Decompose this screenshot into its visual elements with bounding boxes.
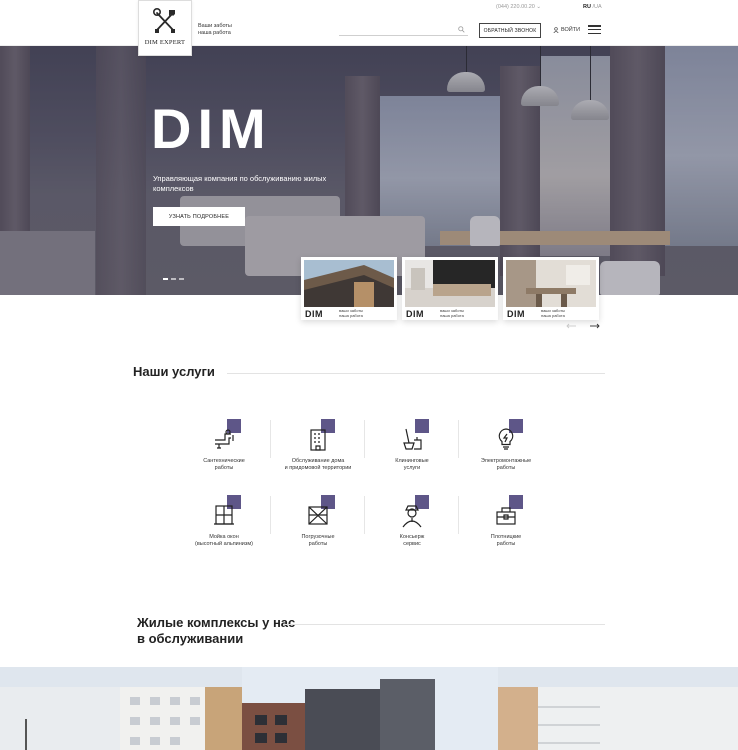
- hero-subtitle: Управляющая компания по обслуживанию жил…: [153, 174, 327, 193]
- slider-dots: [163, 278, 184, 280]
- slider-dot[interactable]: [171, 278, 176, 280]
- card-brand: DIM: [406, 309, 424, 319]
- chevron-down-icon: ⌄: [536, 4, 541, 10]
- card-tag-line: наша работа: [339, 313, 363, 318]
- service-label-line: Плотницкие: [490, 534, 522, 540]
- buildings-image: [0, 667, 738, 750]
- service-label-line: Обслуживание дома: [291, 458, 345, 464]
- project-card[interactable]: DIM ваши заботы наша работа: [503, 257, 599, 320]
- service-label: Плотницкие работы: [459, 534, 553, 548]
- card-tagline: ваши заботы наша работа: [541, 308, 565, 318]
- service-label-line: работы: [214, 465, 234, 471]
- hero-title: DIM: [151, 97, 272, 160]
- service-label: Сантехнические работы: [177, 458, 271, 472]
- service-label-line: Клининговые: [395, 458, 429, 464]
- service-item-building[interactable]: Обслуживание дома и придомовой территори…: [271, 419, 365, 479]
- service-item-electrical[interactable]: Электромонтажные работы: [459, 419, 553, 479]
- service-label: Электромонтажные работы: [459, 458, 553, 472]
- service-label-line: Мойка окон: [209, 534, 239, 540]
- service-label-line: Сантехнические: [203, 458, 245, 464]
- section-divider: [283, 624, 605, 625]
- service-label: Консьерж сервис: [365, 534, 459, 548]
- site-header: DIM EXPERT Ваши заботы наша работа (044)…: [0, 0, 738, 56]
- login-label: ВОЙТИ: [561, 27, 581, 33]
- complexes-title-line: Жилые комплексы у нас: [137, 615, 296, 630]
- slider-dot[interactable]: [179, 278, 184, 280]
- login-link[interactable]: ВОЙТИ: [553, 27, 580, 33]
- services-title: Наши услуги: [133, 364, 215, 379]
- callback-button[interactable]: ОБРАТНЫЙ ЗВОНОК: [479, 23, 541, 38]
- search-input[interactable]: [339, 25, 468, 36]
- logo-text: DIM EXPERT: [144, 39, 186, 46]
- card-brand: DIM: [305, 309, 323, 319]
- service-label-line: работы: [308, 541, 328, 547]
- service-item-cleaning[interactable]: Клининговые услуги: [365, 419, 459, 479]
- header-tagline: Ваши заботы наша работа: [198, 23, 232, 37]
- card-brand: DIM: [507, 309, 525, 319]
- project-card[interactable]: DIM ваши заботы наша работа: [301, 257, 397, 320]
- plumbing-icon: [215, 429, 234, 449]
- service-label: Погрузочные работы: [271, 534, 365, 548]
- lang-option-active[interactable]: RU: [583, 4, 591, 10]
- service-label: Мойка окон (высотный альпинизм): [177, 534, 271, 548]
- section-divider: [227, 373, 605, 374]
- arrow-right-icon[interactable]: [590, 323, 600, 329]
- project-image: [304, 260, 394, 307]
- logo[interactable]: DIM EXPERT: [138, 0, 192, 56]
- phone-selector[interactable]: (044) 220.00.20 ⌄: [496, 4, 541, 10]
- card-tag-line: наша работа: [541, 313, 565, 318]
- service-label: Обслуживание дома и придомовой территори…: [271, 458, 365, 472]
- service-label-line: Консьерж: [399, 534, 425, 540]
- toolbox-icon: [496, 507, 516, 525]
- tagline-line: наша работа: [198, 30, 231, 36]
- language-switcher: RU /UA: [583, 4, 602, 10]
- carousel-arrows: [566, 323, 600, 329]
- project-image: [506, 260, 596, 307]
- phone-number: (044) 220.00.20: [496, 4, 535, 10]
- menu-icon[interactable]: [588, 25, 601, 35]
- service-item-loading[interactable]: Погрузочные работы: [271, 495, 365, 555]
- complexes-gallery: [0, 667, 738, 750]
- service-label-line: услуги: [403, 465, 421, 471]
- arrow-left-icon[interactable]: [566, 323, 576, 329]
- service-item-plumbing[interactable]: Сантехнические работы: [177, 419, 271, 479]
- service-label-line: работы: [496, 541, 516, 547]
- project-image: [405, 260, 495, 307]
- complexes-title: Жилые комплексы у нас в обслуживании: [137, 615, 295, 647]
- crate-icon: [308, 506, 328, 525]
- lang-option[interactable]: UA: [594, 4, 602, 10]
- service-item-concierge[interactable]: Консьерж сервис: [365, 495, 459, 555]
- learn-more-button[interactable]: УЗНАТЬ ПОДРОБНЕЕ: [153, 207, 245, 226]
- card-tagline: ваши заботы наша работа: [339, 308, 363, 318]
- service-label-line: и придомовой территории: [284, 465, 352, 471]
- complexes-title-line: в обслуживании: [137, 631, 244, 646]
- card-tag-line: наша работа: [440, 313, 464, 318]
- building-icon: [310, 429, 326, 451]
- tagline-line: Ваши заботы: [198, 23, 232, 29]
- service-label-line: Погрузочные: [301, 534, 335, 540]
- project-card[interactable]: DIM ваши заботы наша работа: [402, 257, 498, 320]
- window-icon: [214, 505, 234, 525]
- service-label: Клининговые услуги: [365, 458, 459, 472]
- cleaning-icon: [403, 428, 422, 450]
- card-tagline: ваши заботы наша работа: [440, 308, 464, 318]
- crossed-tools-icon: [152, 7, 175, 33]
- user-icon: [553, 27, 559, 33]
- service-item-windows[interactable]: Мойка окон (высотный альпинизм): [177, 495, 271, 555]
- service-label-line: (высотный альпинизм): [195, 541, 253, 547]
- slider-dot[interactable]: [163, 278, 168, 280]
- service-label-line: работы: [496, 465, 516, 471]
- concierge-icon: [402, 505, 422, 528]
- search-icon[interactable]: [458, 26, 465, 33]
- lightbulb-icon: [498, 428, 514, 450]
- service-label-line: Электромонтажные: [480, 458, 532, 464]
- service-label-line: сервис: [403, 541, 421, 547]
- service-item-carpentry[interactable]: Плотницкие работы: [459, 495, 553, 555]
